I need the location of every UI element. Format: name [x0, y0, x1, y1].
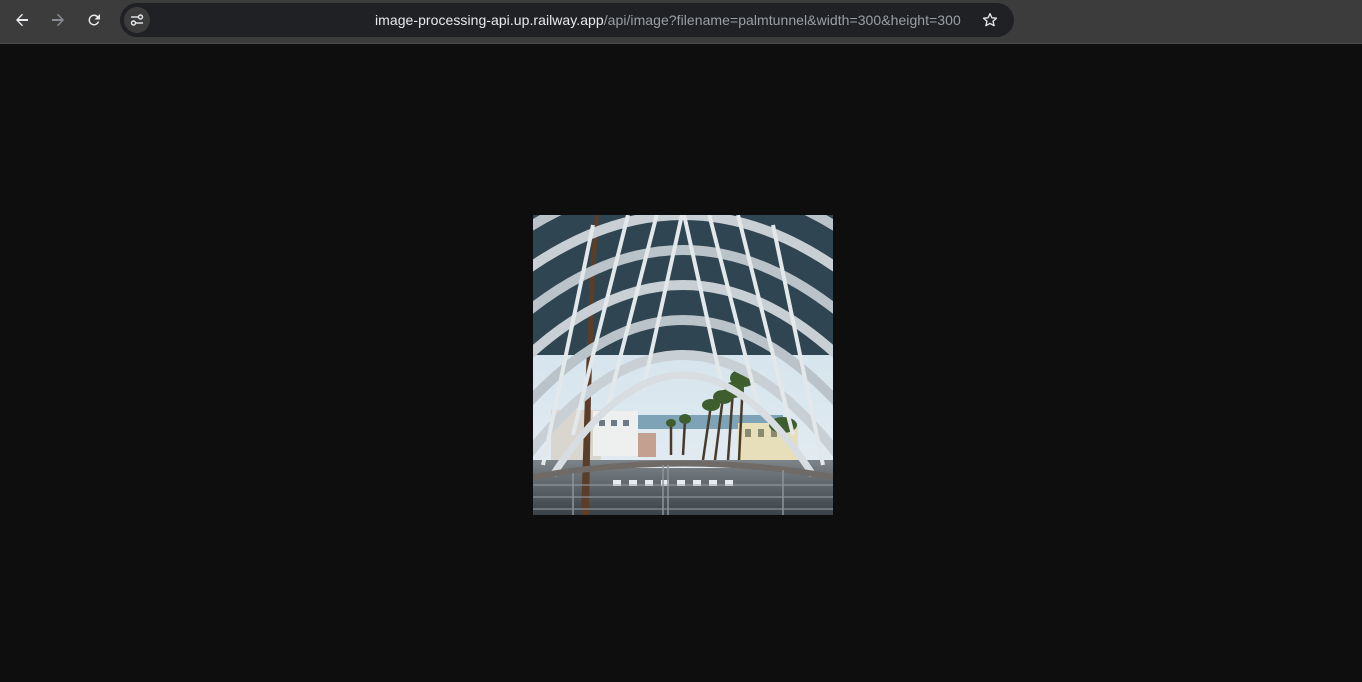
bookmark-button[interactable]: [980, 10, 1000, 30]
browser-toolbar: image-processing-api.up.railway.app/api/…: [0, 0, 1362, 44]
tune-icon: [130, 14, 144, 26]
palm-tunnel-photo: [533, 215, 833, 515]
arrow-right-icon: [52, 13, 64, 27]
site-info-button[interactable]: [124, 7, 150, 33]
displayed-image[interactable]: [533, 215, 833, 515]
url-path: /api/image?filename=palmtunnel&width=300…: [603, 12, 961, 28]
reload-button[interactable]: [79, 6, 109, 34]
address-bar[interactable]: image-processing-api.up.railway.app/api/…: [120, 3, 1014, 37]
back-button[interactable]: [7, 6, 37, 34]
reload-icon: [88, 14, 100, 26]
page-viewport: [0, 44, 1362, 682]
star-outline-icon: [982, 12, 998, 27]
url-text[interactable]: image-processing-api.up.railway.app/api/…: [375, 12, 961, 28]
url-host: image-processing-api.up.railway.app: [375, 12, 604, 28]
forward-button[interactable]: [43, 6, 73, 34]
arrow-left-icon: [16, 13, 28, 27]
